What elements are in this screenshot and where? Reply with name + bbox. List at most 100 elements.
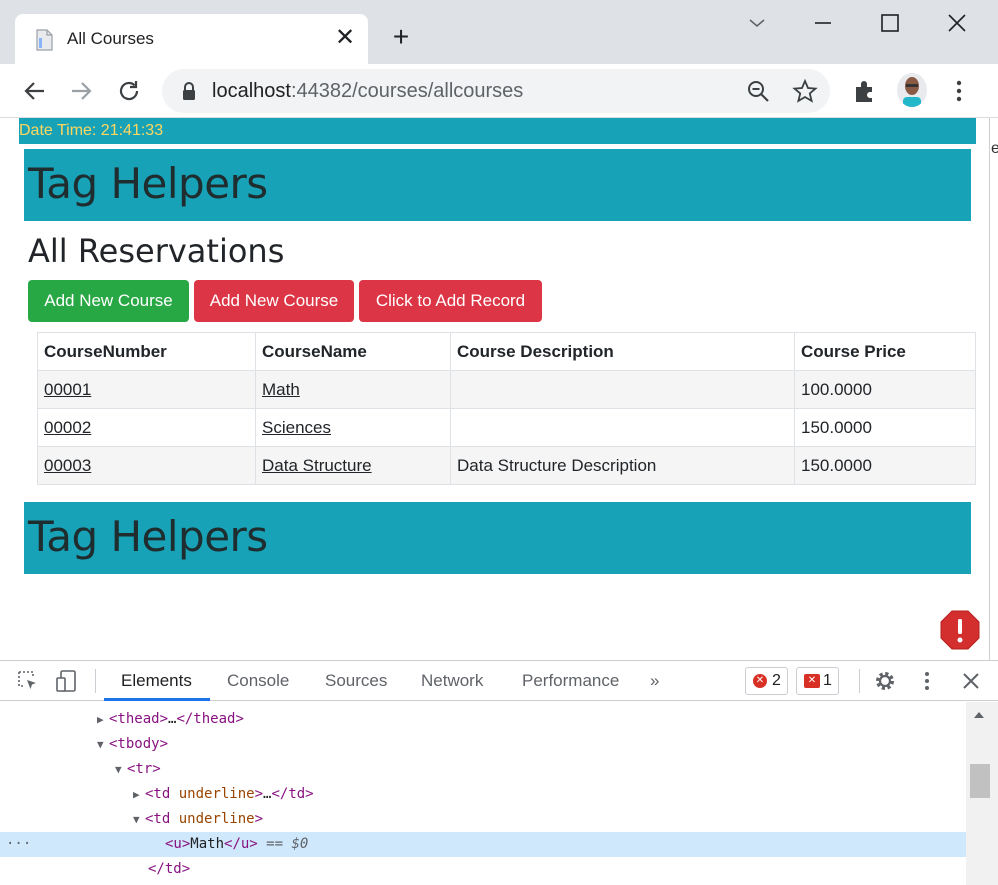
profile-avatar[interactable] bbox=[897, 73, 927, 107]
elements-dom-tree: ▶ <thead>…</thead> ▼ <tbody> ▼ <tr> ▶ <td un… bbox=[0, 702, 966, 885]
expand-triangle-icon[interactable]: ▶ bbox=[97, 707, 109, 732]
back-arrow-icon[interactable] bbox=[18, 74, 52, 108]
datetime-bar: Date Time: 21:41:33 bbox=[19, 118, 976, 144]
dom-node-u-selected[interactable]: ··· <u>Math</u> == $0 bbox=[0, 832, 966, 857]
course-number-link[interactable]: 00002 bbox=[44, 418, 91, 437]
collapse-triangle-icon[interactable]: ▼ bbox=[97, 732, 109, 757]
url-text[interactable]: localhost:44382/courses/allcourses bbox=[212, 80, 523, 103]
close-devtools-icon[interactable] bbox=[959, 669, 983, 693]
close-window-icon[interactable] bbox=[940, 8, 974, 38]
footer-banner: Tag Helpers bbox=[24, 502, 971, 574]
document-icon bbox=[36, 29, 53, 51]
devtools-scrollbar[interactable] bbox=[966, 702, 998, 885]
active-tab-indicator bbox=[104, 698, 210, 701]
url-host: localhost bbox=[212, 80, 291, 102]
course-name-link[interactable]: Data Structure bbox=[262, 456, 372, 475]
more-tabs-chevron-icon[interactable]: » bbox=[650, 671, 659, 691]
address-bar[interactable]: localhost:44382/courses/allcourses bbox=[162, 69, 830, 113]
browser-toolbar: localhost:44382/courses/allcourses bbox=[0, 64, 998, 118]
course-price-cell: 150.0000 bbox=[794, 408, 976, 447]
course-name-link[interactable]: Sciences bbox=[262, 418, 331, 437]
column-header-course-price: Course Price bbox=[794, 332, 976, 371]
tab-elements[interactable]: Elements bbox=[121, 671, 192, 691]
course-number-link[interactable]: 00003 bbox=[44, 456, 91, 475]
extensions-puzzle-icon[interactable] bbox=[851, 77, 879, 105]
dom-node-thead[interactable]: ▶ <thead>…</thead> bbox=[0, 707, 966, 732]
page-title: All Reservations bbox=[28, 232, 285, 270]
forward-arrow-icon[interactable] bbox=[64, 74, 98, 108]
zoom-icon[interactable] bbox=[745, 78, 771, 104]
course-number-cell[interactable]: 00003 bbox=[37, 446, 256, 485]
tab-performance[interactable]: Performance bbox=[522, 671, 619, 691]
expand-triangle-icon[interactable]: ▶ bbox=[133, 782, 145, 807]
dom-node-td-close[interactable]: </td> bbox=[0, 857, 966, 882]
course-number-link[interactable]: 00001 bbox=[44, 380, 91, 399]
minimize-icon[interactable] bbox=[806, 8, 840, 38]
add-new-course-button[interactable]: Add New Course bbox=[28, 280, 189, 322]
tab-title: All Courses bbox=[67, 29, 154, 48]
issues-counter[interactable]: ✕ 1 bbox=[796, 667, 839, 695]
error-count: 2 bbox=[772, 672, 781, 689]
page-viewport: Date Time: 21:41:33 Tag Helpers All Rese… bbox=[0, 118, 989, 660]
course-description-cell bbox=[450, 408, 795, 447]
column-header-course-number: CourseNumber bbox=[37, 332, 256, 371]
course-name-cell[interactable]: Math bbox=[255, 370, 451, 409]
url-path: :44382/courses/allcourses bbox=[290, 80, 524, 102]
dom-node-tbody[interactable]: ▼ <tbody> bbox=[0, 732, 966, 757]
column-header-course-description: Course Description bbox=[450, 332, 795, 371]
devtools-toolbar: Elements Console Sources Network Perform… bbox=[0, 661, 998, 701]
table-row: 00003 Data Structure Data Structure Desc… bbox=[37, 446, 976, 485]
more-menu-icon[interactable] bbox=[945, 77, 973, 105]
collapse-triangle-icon[interactable]: ▼ bbox=[133, 807, 145, 832]
scroll-up-icon[interactable] bbox=[973, 710, 985, 720]
hero-banner: Tag Helpers bbox=[24, 149, 971, 221]
row-actions-ellipsis-icon[interactable]: ··· bbox=[6, 832, 31, 857]
lock-icon[interactable] bbox=[176, 78, 202, 104]
tab-console[interactable]: Console bbox=[227, 671, 289, 691]
scrollbar-thumb[interactable] bbox=[970, 764, 990, 798]
table-row: 00001 Math 100.0000 bbox=[37, 370, 976, 409]
error-alert-icon[interactable] bbox=[940, 610, 980, 650]
devtools-panel: Elements Console Sources Network Perform… bbox=[0, 660, 998, 885]
course-name-cell[interactable]: Data Structure bbox=[255, 446, 451, 485]
course-number-cell[interactable]: 00001 bbox=[37, 370, 256, 409]
dom-node-td-collapsed[interactable]: ▶ <td underline>…</td> bbox=[0, 782, 966, 807]
device-toolbar-icon[interactable] bbox=[55, 669, 79, 693]
course-name-link[interactable]: Math bbox=[262, 380, 300, 399]
issue-flag-icon: ✕ bbox=[804, 674, 820, 688]
add-new-course-danger-button[interactable]: Add New Course bbox=[194, 280, 354, 322]
tab-search-chevron-icon[interactable] bbox=[740, 8, 774, 38]
maximize-icon[interactable] bbox=[873, 8, 907, 38]
devtools-menu-icon[interactable] bbox=[915, 669, 939, 693]
new-tab-icon[interactable]: + bbox=[386, 22, 416, 52]
toolbar-divider bbox=[859, 669, 860, 693]
dom-node-td-expanded[interactable]: ▼ <td underline> bbox=[0, 807, 966, 832]
hero-title: Tag Helpers bbox=[28, 159, 268, 208]
course-price-cell: 100.0000 bbox=[794, 370, 976, 409]
tab-network[interactable]: Network bbox=[421, 671, 483, 691]
tab-close-icon[interactable]: ✕ bbox=[333, 24, 357, 52]
browser-tab[interactable]: All Courses ✕ bbox=[15, 14, 368, 64]
course-description-cell bbox=[450, 370, 795, 409]
error-counter[interactable]: ✕ 2 bbox=[745, 667, 788, 695]
course-number-cell[interactable]: 00002 bbox=[37, 408, 256, 447]
issue-count: 1 bbox=[823, 672, 832, 689]
column-header-course-name: CourseName bbox=[255, 332, 451, 371]
avatar-image bbox=[897, 73, 927, 107]
click-to-add-record-button[interactable]: Click to Add Record bbox=[359, 280, 542, 322]
inspect-element-icon[interactable] bbox=[16, 669, 40, 693]
table-row: 00002 Sciences 150.0000 bbox=[37, 408, 976, 447]
course-description-cell: Data Structure Description bbox=[450, 446, 795, 485]
settings-gear-icon[interactable] bbox=[873, 669, 897, 693]
collapse-triangle-icon[interactable]: ▼ bbox=[115, 757, 127, 782]
error-circle-icon: ✕ bbox=[753, 674, 767, 688]
reload-icon[interactable] bbox=[112, 74, 146, 108]
course-price-cell: 150.0000 bbox=[794, 446, 976, 485]
footer-title: Tag Helpers bbox=[28, 512, 268, 561]
tab-sources[interactable]: Sources bbox=[325, 671, 387, 691]
dom-node-tr[interactable]: ▼ <tr> bbox=[0, 757, 966, 782]
course-name-cell[interactable]: Sciences bbox=[255, 408, 451, 447]
toolbar-divider bbox=[95, 669, 96, 693]
courses-table: CourseNumber CourseName Course Descripti… bbox=[37, 332, 976, 485]
bookmark-star-icon[interactable] bbox=[792, 78, 818, 104]
